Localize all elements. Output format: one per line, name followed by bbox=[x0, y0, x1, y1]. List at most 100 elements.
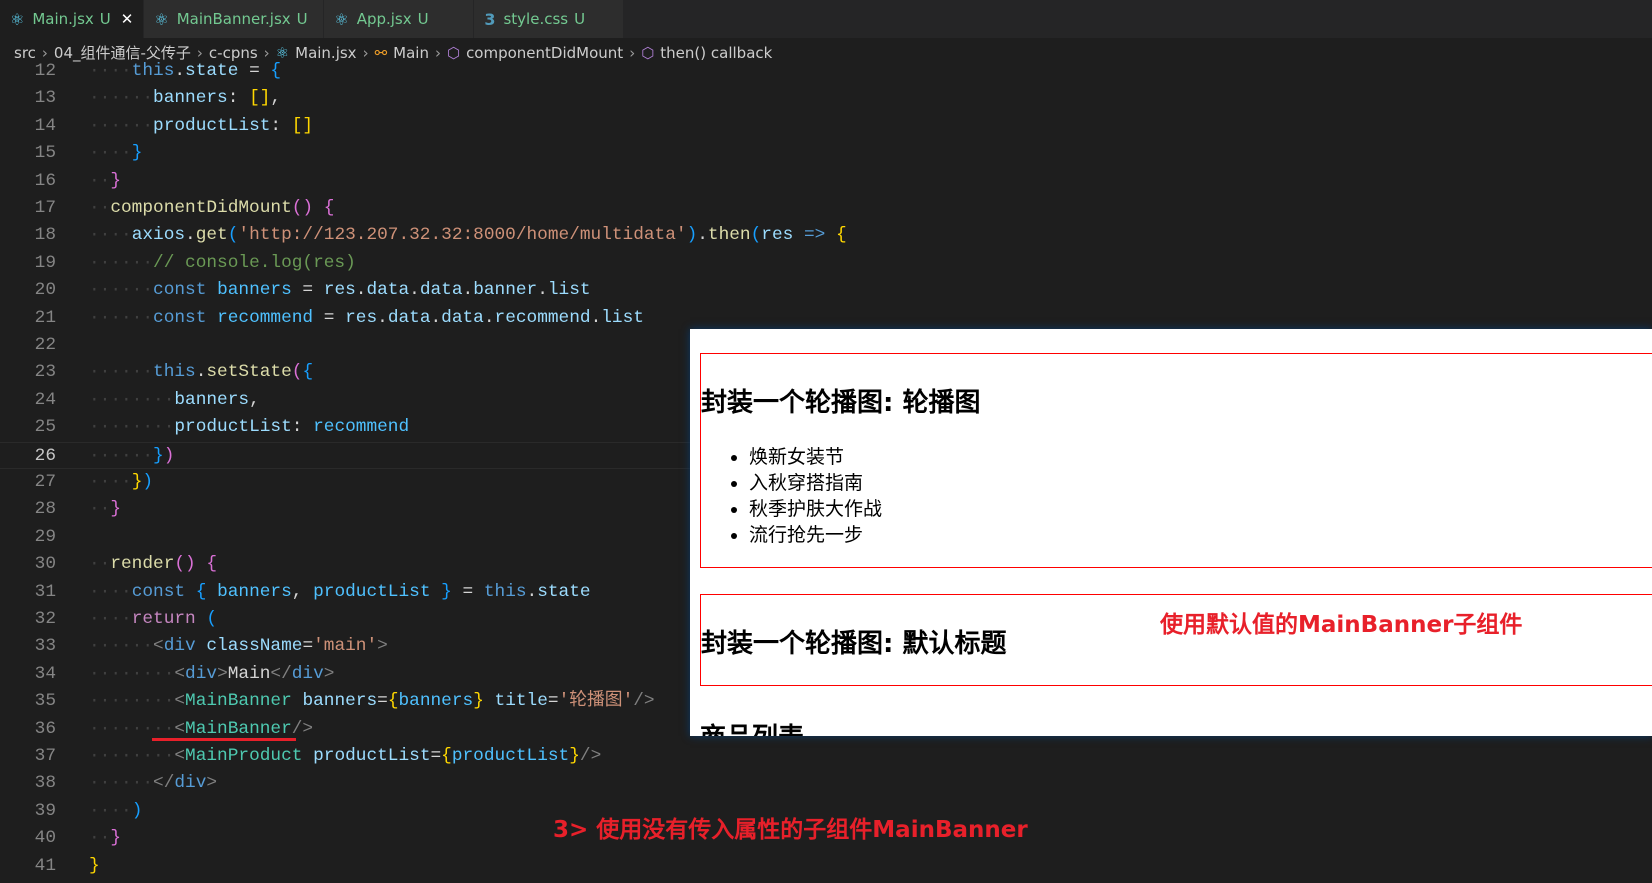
code-line[interactable]: 15 ····} bbox=[0, 140, 1652, 167]
code-token: = bbox=[302, 636, 314, 657]
indent-guide: ········ bbox=[89, 389, 175, 410]
indent-guide: ········ bbox=[89, 691, 175, 712]
code-token: { bbox=[270, 61, 282, 81]
code-token: } bbox=[110, 828, 122, 849]
code-token: = bbox=[451, 581, 484, 602]
code-token: () bbox=[291, 198, 314, 218]
code-line[interactable]: 20 ······const banners = res.data.data.ba… bbox=[0, 277, 1652, 304]
code-text: ······}) bbox=[89, 443, 174, 470]
code-token: const bbox=[153, 307, 218, 328]
indent-guide: ·· bbox=[89, 828, 111, 849]
code-token: then bbox=[707, 225, 751, 246]
code-token: </ bbox=[270, 663, 292, 684]
code-token: = bbox=[313, 307, 346, 328]
code-line[interactable]: 41} bbox=[0, 853, 1652, 880]
code-line[interactable]: 16 ··} bbox=[0, 168, 1652, 195]
code-token: < bbox=[174, 663, 186, 684]
code-token: res bbox=[761, 225, 794, 246]
tab-status: U bbox=[99, 10, 111, 28]
code-token: const bbox=[153, 280, 218, 301]
code-text: ····} bbox=[89, 140, 142, 167]
code-line[interactable]: 14 ······productList: [] bbox=[0, 113, 1652, 140]
line-number: 34 bbox=[34, 663, 56, 684]
code-line[interactable]: 37 ········<MainProduct productList={prod… bbox=[0, 743, 1652, 770]
indent-guide: ···· bbox=[89, 609, 132, 629]
code-token: => bbox=[793, 225, 836, 246]
close-icon[interactable]: ✕ bbox=[121, 10, 134, 28]
code-line[interactable]: 13 ······banners: [], bbox=[0, 85, 1652, 112]
code-token: } bbox=[131, 472, 143, 492]
tab-mainbanner-jsx[interactable]: ⚛ MainBanner.jsx U bbox=[144, 0, 325, 38]
code-text: ··} bbox=[89, 168, 121, 195]
code-token: Main bbox=[227, 663, 271, 684]
code-token: list bbox=[601, 307, 644, 328]
annotation-underline bbox=[152, 738, 296, 741]
tab-label: MainBanner.jsx bbox=[176, 10, 291, 28]
tab-style-css[interactable]: 3 style.css U bbox=[474, 0, 625, 38]
code-token: = bbox=[430, 746, 442, 766]
code-text: ······this.setState({ bbox=[89, 359, 313, 386]
code-line[interactable]: 17 ··componentDidMount() { bbox=[0, 195, 1652, 222]
code-token: . bbox=[355, 280, 367, 301]
code-token: /> bbox=[291, 718, 314, 739]
code-token: ) bbox=[686, 225, 698, 246]
tab-label: style.css bbox=[503, 10, 569, 28]
tab-app-jsx[interactable]: ⚛ App.jsx U bbox=[324, 0, 475, 38]
code-token: . bbox=[483, 307, 495, 328]
code-token: . bbox=[377, 307, 388, 328]
line-number: 13 bbox=[34, 88, 56, 109]
code-text: ········<div>Main</div> bbox=[89, 661, 334, 688]
code-token: < bbox=[174, 691, 186, 712]
code-token: > bbox=[377, 636, 388, 657]
code-line[interactable]: 38 ······</div> bbox=[0, 770, 1652, 797]
code-token: ( bbox=[291, 362, 303, 383]
code-token: div bbox=[174, 773, 207, 794]
indent-guide: ·· bbox=[89, 499, 111, 520]
code-line[interactable]: 19 ······// console.log(res) bbox=[0, 250, 1652, 277]
code-token: . bbox=[174, 61, 186, 81]
line-number: 27 bbox=[34, 472, 56, 492]
indent-guide: ······ bbox=[89, 280, 154, 301]
code-token: { bbox=[302, 362, 314, 383]
indent-guide: ···· bbox=[89, 61, 132, 81]
annotation-bottom: 3> 使用没有传入属性的子组件MainBanner bbox=[553, 817, 1028, 843]
indent-guide: ········ bbox=[89, 417, 175, 438]
code-text: ····axios.get('http://123.207.32.32:8000… bbox=[89, 222, 847, 249]
line-number: 18 bbox=[34, 225, 56, 246]
code-line[interactable]: 12 ····this.state = { bbox=[0, 58, 1652, 85]
code-line[interactable]: 21 ······const recommend = res.data.data.… bbox=[0, 305, 1652, 332]
line-number: 17 bbox=[34, 198, 56, 218]
line-number: 41 bbox=[34, 855, 56, 876]
code-text: ······const recommend = res.data.data.re… bbox=[89, 305, 644, 332]
line-number: 25 bbox=[34, 417, 56, 438]
indent-guide: ·· bbox=[89, 170, 111, 191]
indent-guide: ···· bbox=[89, 581, 132, 602]
code-token: } bbox=[569, 746, 580, 766]
code-token: = bbox=[291, 280, 324, 301]
code-token: className bbox=[206, 636, 303, 657]
code-text: ··} bbox=[89, 825, 121, 852]
code-token: state bbox=[185, 61, 239, 81]
code-text: ··render() { bbox=[89, 551, 217, 578]
indent-guide: ···· bbox=[89, 225, 132, 246]
line-number: 33 bbox=[34, 636, 56, 657]
code-token: banners bbox=[217, 280, 292, 301]
line-number: 36 bbox=[34, 718, 56, 739]
code-text: ····}) bbox=[89, 469, 153, 496]
indent-guide: ······ bbox=[89, 252, 154, 273]
code-token: { bbox=[195, 581, 218, 602]
code-line[interactable]: 18 ····axios.get('http://123.207.32.32:80… bbox=[0, 222, 1652, 249]
code-token: > bbox=[217, 663, 228, 684]
indent-guide: ······ bbox=[89, 362, 154, 383]
tab-main-jsx[interactable]: ⚛ Main.jsx U ✕ bbox=[0, 0, 145, 38]
line-number: 20 bbox=[34, 280, 56, 301]
tab-status: U bbox=[574, 10, 586, 28]
list-item: 入秋穿搭指南 bbox=[749, 470, 882, 496]
line-number: 22 bbox=[34, 335, 56, 355]
code-token: { bbox=[835, 225, 847, 246]
line-number: 16 bbox=[34, 170, 56, 191]
code-token: . bbox=[697, 225, 708, 246]
code-token: } bbox=[110, 170, 122, 191]
